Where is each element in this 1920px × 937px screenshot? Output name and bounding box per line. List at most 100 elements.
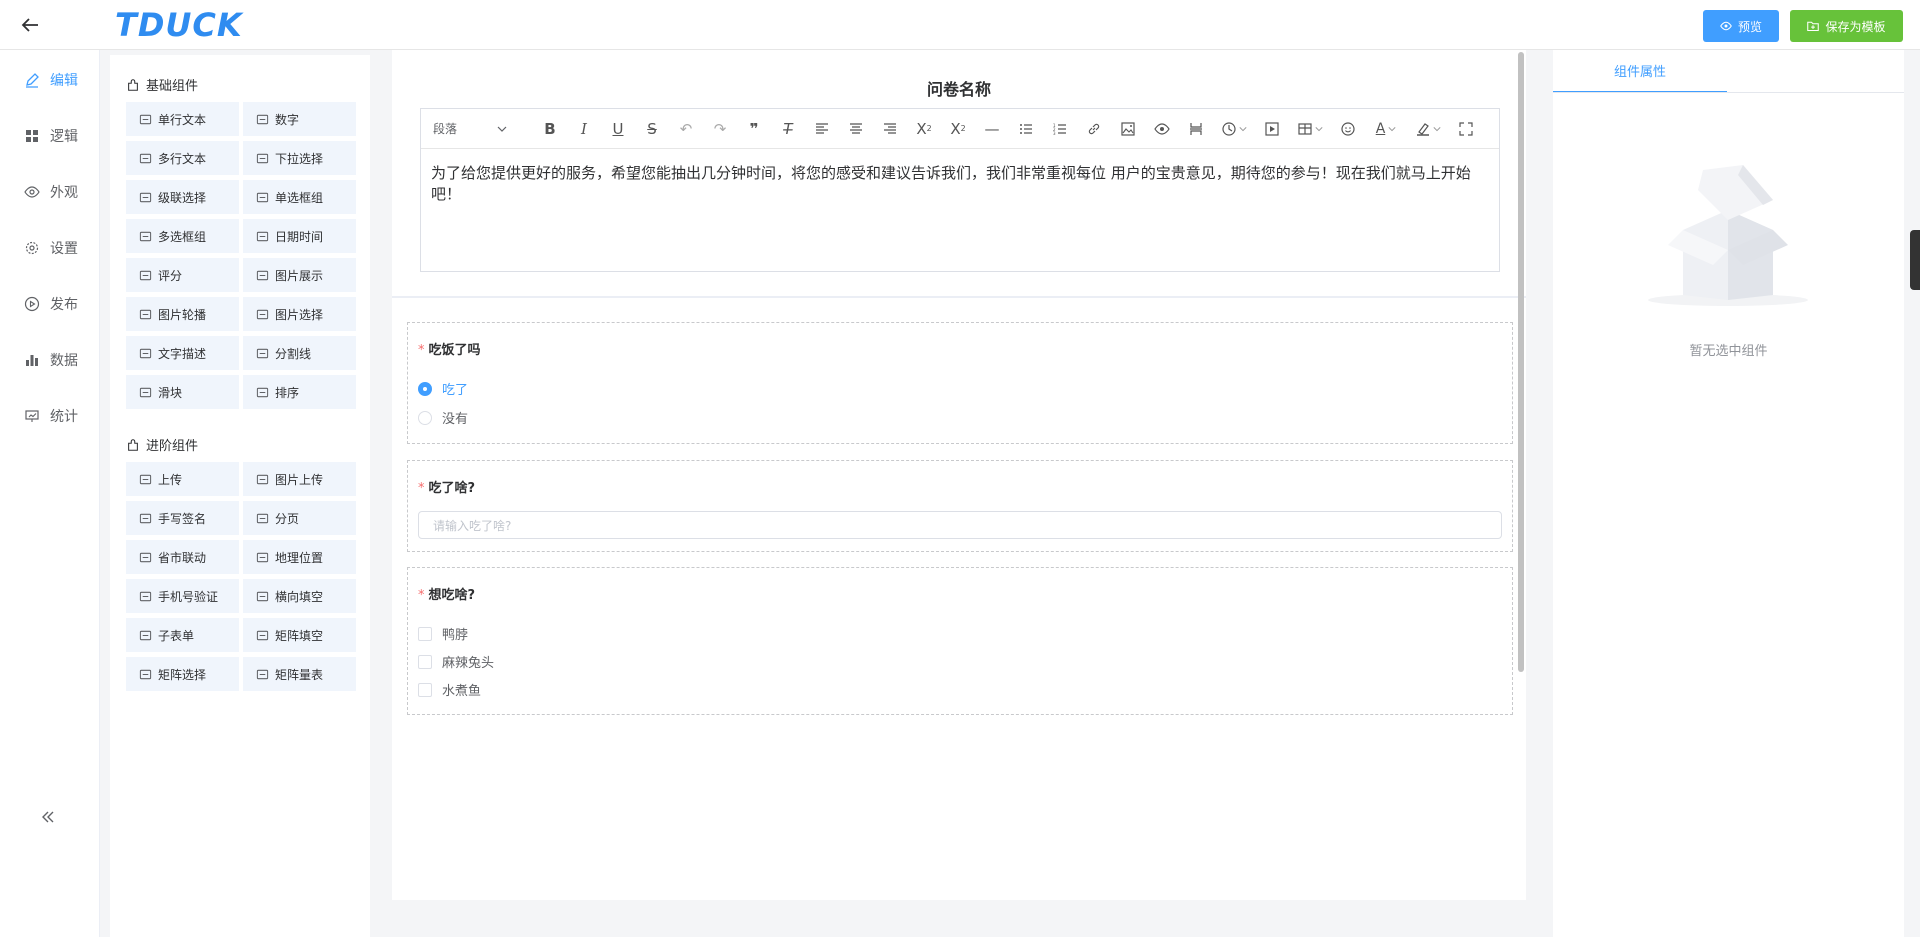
pen-icon — [139, 512, 152, 525]
component-button[interactable]: 多选框组 — [126, 219, 239, 253]
component-button[interactable]: 日期时间 — [243, 219, 356, 253]
component-button[interactable]: 省市联动 — [126, 540, 239, 574]
radio-button[interactable] — [418, 410, 432, 425]
nav-item-settings[interactable]: 设置 — [24, 237, 78, 259]
component-button[interactable]: 横向填空 — [243, 579, 356, 613]
eye-icon — [1720, 21, 1732, 31]
redo-icon[interactable]: ↷ — [703, 116, 737, 142]
nav-item-appearance[interactable]: 外观 — [24, 181, 78, 203]
component-button[interactable]: 手机号验证 — [126, 579, 239, 613]
question-input[interactable]: * 吃了啥? 请输入吃了啥? — [407, 460, 1513, 552]
radio-option[interactable]: 吃了 — [418, 379, 468, 398]
component-button[interactable]: 单选框组 — [243, 180, 356, 214]
component-button[interactable]: 分割线 — [243, 336, 356, 370]
matrix-scale-icon — [256, 668, 269, 681]
fullscreen-icon[interactable] — [1449, 116, 1483, 142]
component-button[interactable]: 数字 — [243, 102, 356, 136]
rich-text-editor[interactable]: 段落 B I U S ↶ ↷ ❞ T̶ X2 X2 — 1 2 3 A 为了给您… — [420, 108, 1500, 272]
component-button[interactable]: 下拉选择 — [243, 141, 356, 175]
question-checkbox[interactable]: * 想吃啥? 鸭脖 麻辣兔头 水煮鱼 — [407, 567, 1513, 715]
component-button[interactable]: 子表单 — [126, 618, 239, 652]
align-left-icon[interactable] — [805, 116, 839, 142]
folder-icon — [1807, 21, 1820, 32]
paragraph-select[interactable]: 段落 — [433, 120, 533, 137]
canvas-scrollbar[interactable] — [1518, 52, 1524, 672]
answer-input[interactable]: 请输入吃了啥? — [418, 511, 1502, 539]
link-icon[interactable] — [1077, 116, 1111, 142]
tab-component-properties[interactable]: 组件属性 — [1553, 50, 1727, 93]
component-button[interactable]: 排序 — [243, 375, 356, 409]
component-button[interactable]: 评分 — [126, 258, 239, 292]
font-color-icon[interactable]: A — [1365, 116, 1407, 142]
horizontal-rule-icon[interactable]: — — [975, 116, 1009, 142]
highlight-color-icon[interactable] — [1407, 116, 1449, 142]
component-button[interactable]: 多行文本 — [126, 141, 239, 175]
form-description[interactable]: 为了给您提供更好的服务，希望您能抽出几分钟时间，将您的感受和建议告诉我们，我们非… — [421, 149, 1499, 219]
italic-icon[interactable]: I — [567, 116, 601, 142]
table-icon[interactable] — [1289, 116, 1331, 142]
strikethrough-icon[interactable]: S — [635, 116, 669, 142]
component-button[interactable]: 级联选择 — [126, 180, 239, 214]
sort-icon — [256, 386, 269, 399]
component-label: 图片轮播 — [158, 307, 207, 322]
radio-button-checked[interactable] — [418, 381, 432, 396]
component-label: 多行文本 — [158, 151, 207, 166]
question-radio[interactable]: * 吃饭了吗 吃了 没有 — [407, 322, 1513, 444]
phone-icon — [139, 590, 152, 603]
component-button[interactable]: 图片展示 — [243, 258, 356, 292]
subscript-icon[interactable]: X2 — [907, 116, 941, 142]
component-button[interactable]: 图片选择 — [243, 297, 356, 331]
checkbox[interactable] — [418, 682, 432, 697]
component-button[interactable]: 上传 — [126, 462, 239, 496]
back-arrow-icon[interactable] — [18, 13, 42, 37]
preview-eye-icon[interactable] — [1145, 116, 1179, 142]
radio-option[interactable]: 没有 — [418, 408, 468, 427]
page-break-icon[interactable] — [1179, 116, 1213, 142]
editor-toolbar: 段落 B I U S ↶ ↷ ❞ T̶ X2 X2 — 1 2 3 A — [421, 109, 1499, 149]
component-button[interactable]: 滑块 — [126, 375, 239, 409]
form-title[interactable]: 问卷名称 — [392, 76, 1526, 100]
checkbox[interactable] — [418, 626, 432, 641]
component-button[interactable]: 分页 — [243, 501, 356, 535]
clear-format-icon[interactable]: T̶ — [771, 116, 805, 142]
component-button[interactable]: 手写签名 — [126, 501, 239, 535]
superscript-icon[interactable]: X2 — [941, 116, 975, 142]
nav-item-statistics[interactable]: 统计 — [24, 405, 78, 427]
preview-button[interactable]: 预览 — [1703, 10, 1779, 42]
save-template-button[interactable]: 保存为模板 — [1790, 10, 1903, 42]
checkbox-option[interactable]: 鸭脖 — [418, 624, 468, 643]
checkbox[interactable] — [418, 654, 432, 669]
checkbox-option[interactable]: 麻辣兔头 — [418, 652, 494, 671]
checkbox-option[interactable]: 水煮鱼 — [418, 680, 481, 699]
image-icon[interactable] — [1111, 116, 1145, 142]
component-button[interactable]: 图片上传 — [243, 462, 356, 496]
city-icon — [139, 551, 152, 564]
component-label: 手机号验证 — [158, 589, 219, 604]
component-button[interactable]: 矩阵量表 — [243, 657, 356, 691]
nav-item-logic[interactable]: 逻辑 — [24, 125, 78, 147]
component-button[interactable]: 图片轮播 — [126, 297, 239, 331]
quote-icon[interactable]: ❞ — [737, 116, 771, 142]
side-drawer-handle[interactable] — [1910, 230, 1920, 290]
collapse-sidebar-icon[interactable] — [40, 806, 56, 831]
emoji-icon[interactable] — [1331, 116, 1365, 142]
nav-item-data[interactable]: 数据 — [24, 349, 78, 371]
undo-icon[interactable]: ↶ — [669, 116, 703, 142]
save-template-label: 保存为模板 — [1825, 19, 1886, 34]
component-button[interactable]: 矩阵填空 — [243, 618, 356, 652]
clock-icon[interactable] — [1213, 116, 1255, 142]
component-button[interactable]: 文字描述 — [126, 336, 239, 370]
bullet-list-icon[interactable] — [1009, 116, 1043, 142]
nav-item-publish[interactable]: 发布 — [24, 293, 78, 315]
align-center-icon[interactable] — [839, 116, 873, 142]
numbered-list-icon[interactable]: 123 — [1043, 116, 1077, 142]
nav-item-edit[interactable]: 编辑 — [24, 69, 78, 91]
component-button[interactable]: 矩阵选择 — [126, 657, 239, 691]
component-button[interactable]: 单行文本 — [126, 102, 239, 136]
bold-icon[interactable]: B — [533, 116, 567, 142]
underline-icon[interactable]: U — [601, 116, 635, 142]
component-button[interactable]: 地理位置 — [243, 540, 356, 574]
video-icon[interactable] — [1255, 116, 1289, 142]
input-icon — [139, 113, 152, 126]
align-right-icon[interactable] — [873, 116, 907, 142]
